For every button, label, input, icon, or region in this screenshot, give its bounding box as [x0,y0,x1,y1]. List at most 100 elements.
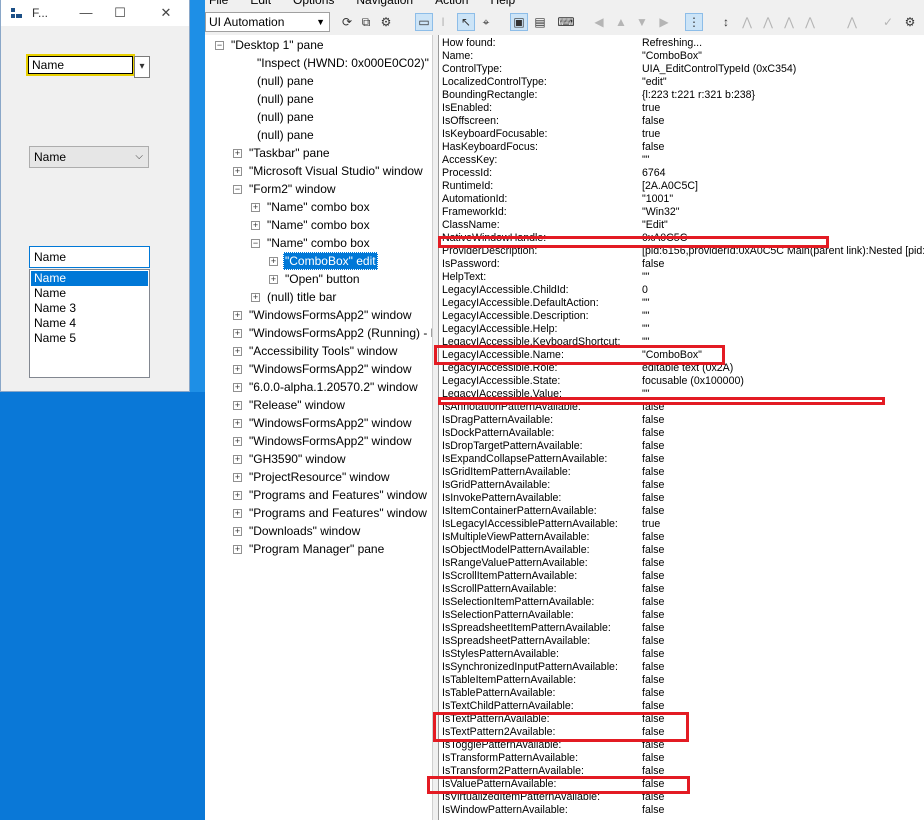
property-row[interactable]: IsDockPatternAvailable: false [442,427,922,440]
expand-icon[interactable]: + [269,257,278,266]
expand-icon[interactable]: + [233,509,242,518]
combo-box-1-edit[interactable]: Name [32,58,64,72]
menu-item[interactable]: Options [293,0,334,7]
property-row[interactable]: IsScrollPatternAvailable: false [442,583,922,596]
list-item[interactable]: Name 5 [31,331,148,346]
menu-item[interactable]: Action [435,0,468,7]
property-row[interactable]: LocalizedControlType: "edit" [442,76,922,89]
property-row[interactable]: RuntimeId: [2A.A0C5C] [442,180,922,193]
menu-item[interactable]: Help [490,0,515,7]
property-row[interactable]: IsDropTargetPatternAvailable: false [442,440,922,453]
collapse-icon[interactable]: − [251,239,260,248]
property-row[interactable]: IsGridItemPatternAvailable: false [442,466,922,479]
options-icon[interactable]: ⚙ [901,13,919,31]
highlight-icon[interactable]: ▣ [510,13,528,31]
combo-box-3-list[interactable]: Name Name Name 3 Name 4 Name 5 [29,269,150,378]
parent-icon[interactable]: ↕ [717,13,735,31]
property-row[interactable]: IsEnabled: true [442,102,922,115]
property-row[interactable]: IsTextPattern2Available: false [442,726,922,739]
expand-icon[interactable]: + [233,455,242,464]
property-row[interactable]: IsSpreadsheetPatternAvailable: false [442,635,922,648]
tree-c-icon[interactable]: ⋀ [780,13,798,31]
list-item[interactable]: Name [31,286,148,301]
property-row[interactable]: IsOffscreen: false [442,115,922,128]
property-row[interactable]: LegacyIAccessible.Value: "" [442,388,922,401]
property-row[interactable]: LegacyIAccessible.State: focusable (0x100… [442,375,922,388]
close-button[interactable]: ✕ [155,4,177,22]
combo-box-1-open-button[interactable]: ▾ [134,56,150,78]
property-row[interactable]: ProcessId: 6764 [442,167,922,180]
property-row[interactable]: IsTableItemPatternAvailable: false [442,674,922,687]
property-row[interactable]: LegacyIAccessible.ChildId: 0 [442,284,922,297]
property-row[interactable]: ProviderDescription: [pid:6156,providerId… [442,245,924,258]
property-row[interactable]: AutomationId: "1001" [442,193,922,206]
property-row[interactable]: IsItemContainerPatternAvailable: false [442,505,922,518]
expand-icon[interactable]: + [233,491,242,500]
property-row[interactable]: IsTextChildPatternAvailable: false [442,700,922,713]
copy-icon[interactable]: ⧉ [357,13,375,31]
property-row[interactable]: IsGridPatternAvailable: false [442,479,922,492]
element-tree[interactable]: − "Desktop 1" pane "Inspect (HWND: 0x000E0… [205,35,433,820]
property-row[interactable]: IsSpreadsheetItemPatternAvailable: false [442,622,922,635]
expand-icon[interactable]: + [233,401,242,410]
property-row[interactable]: IsKeyboardFocusable: true [442,128,922,141]
collapse-icon[interactable]: − [215,41,224,50]
pointer-icon[interactable]: ↖ [457,13,475,31]
property-row[interactable]: IsObjectModelPatternAvailable: false [442,544,922,557]
property-row[interactable]: IsSelectionItemPatternAvailable: false [442,596,922,609]
tree-a-icon[interactable]: ⋀ [738,13,756,31]
property-row[interactable]: HasKeyboardFocus: false [442,141,922,154]
menu-item[interactable]: Navigation [356,0,413,7]
expand-icon[interactable]: + [233,167,242,176]
expand-icon[interactable]: + [233,311,242,320]
expand-icon[interactable]: + [233,437,242,446]
property-row[interactable]: BoundingRectangle: {l:223 t:221 r:321 b:2… [442,89,922,102]
property-row[interactable]: IsTogglePatternAvailable: false [442,739,922,752]
property-row[interactable]: NativeWindowHandle: 0xA0C5C [442,232,922,245]
list-item[interactable]: Name 3 [31,301,148,316]
property-row[interactable]: IsScrollItemPatternAvailable: false [442,570,922,583]
tree-view-icon[interactable]: ⋮ [685,13,703,31]
navigate-back-icon[interactable]: ◀ [590,13,608,31]
keyboard-icon[interactable]: ⌨ [557,13,575,31]
navigate-forward-icon[interactable]: ▶ [655,13,673,31]
property-row[interactable]: LegacyIAccessible.Help: "" [442,323,922,336]
form2-title-bar[interactable]: F... — ☐ ✕ [1,0,189,26]
property-row[interactable]: IsTablePatternAvailable: false [442,687,922,700]
list-item[interactable]: Name [31,271,148,286]
property-row[interactable]: AccessKey: "" [442,154,922,167]
property-row[interactable]: IsWindowPatternAvailable: false [442,804,922,817]
hover-watch-icon[interactable]: ⌖ [477,13,495,31]
property-row[interactable]: IsDragPatternAvailable: false [442,414,922,427]
focus-rect-icon[interactable]: ▭ [415,13,433,31]
refresh-icon[interactable]: ⟳ [338,13,356,31]
check-icon[interactable]: ✓ [879,13,897,31]
tree-d-icon[interactable]: ⋀ [801,13,819,31]
name-combo-box-1[interactable]: Name [26,54,135,76]
expand-icon[interactable]: + [233,473,242,482]
expand-icon[interactable]: + [233,365,242,374]
expand-icon[interactable]: + [251,293,260,302]
property-row[interactable]: LegacyIAccessible.Description: "" [442,310,922,323]
expand-icon[interactable]: + [251,221,260,230]
tooltip-icon[interactable]: ▤ [531,13,549,31]
property-row[interactable]: ControlType: UIA_EditControlTypeId (0xC35… [442,63,922,76]
property-row[interactable]: IsTransform2PatternAvailable: false [442,765,922,778]
property-row[interactable]: IsRangeValuePatternAvailable: false [442,557,922,570]
expand-icon[interactable]: + [269,275,278,284]
tree-b-icon[interactable]: ⋀ [759,13,777,31]
property-row[interactable]: LegacyIAccessible.DefaultAction: "" [442,297,922,310]
navigate-down-icon[interactable]: ▼ [633,13,651,31]
expand-icon[interactable]: + [233,329,242,338]
property-row[interactable]: LegacyIAccessible.Role: editable text (0x… [442,362,922,375]
list-item[interactable]: Name 4 [31,316,148,331]
property-row[interactable]: IsTextPatternAvailable: false [442,713,922,726]
property-row[interactable]: IsValuePatternAvailable: false [442,778,922,791]
property-row[interactable]: IsStylesPatternAvailable: false [442,648,922,661]
property-row[interactable]: ClassName: "Edit" [442,219,922,232]
property-row[interactable]: IsSelectionPatternAvailable: false [442,609,922,622]
property-row[interactable]: IsPassword: false [442,258,922,271]
maximize-button[interactable]: ☐ [109,4,131,22]
properties-pane[interactable]: How found: Refreshing... Name: "ComboBox" Co… [438,35,924,820]
property-row[interactable]: IsMultipleViewPatternAvailable: false [442,531,922,544]
